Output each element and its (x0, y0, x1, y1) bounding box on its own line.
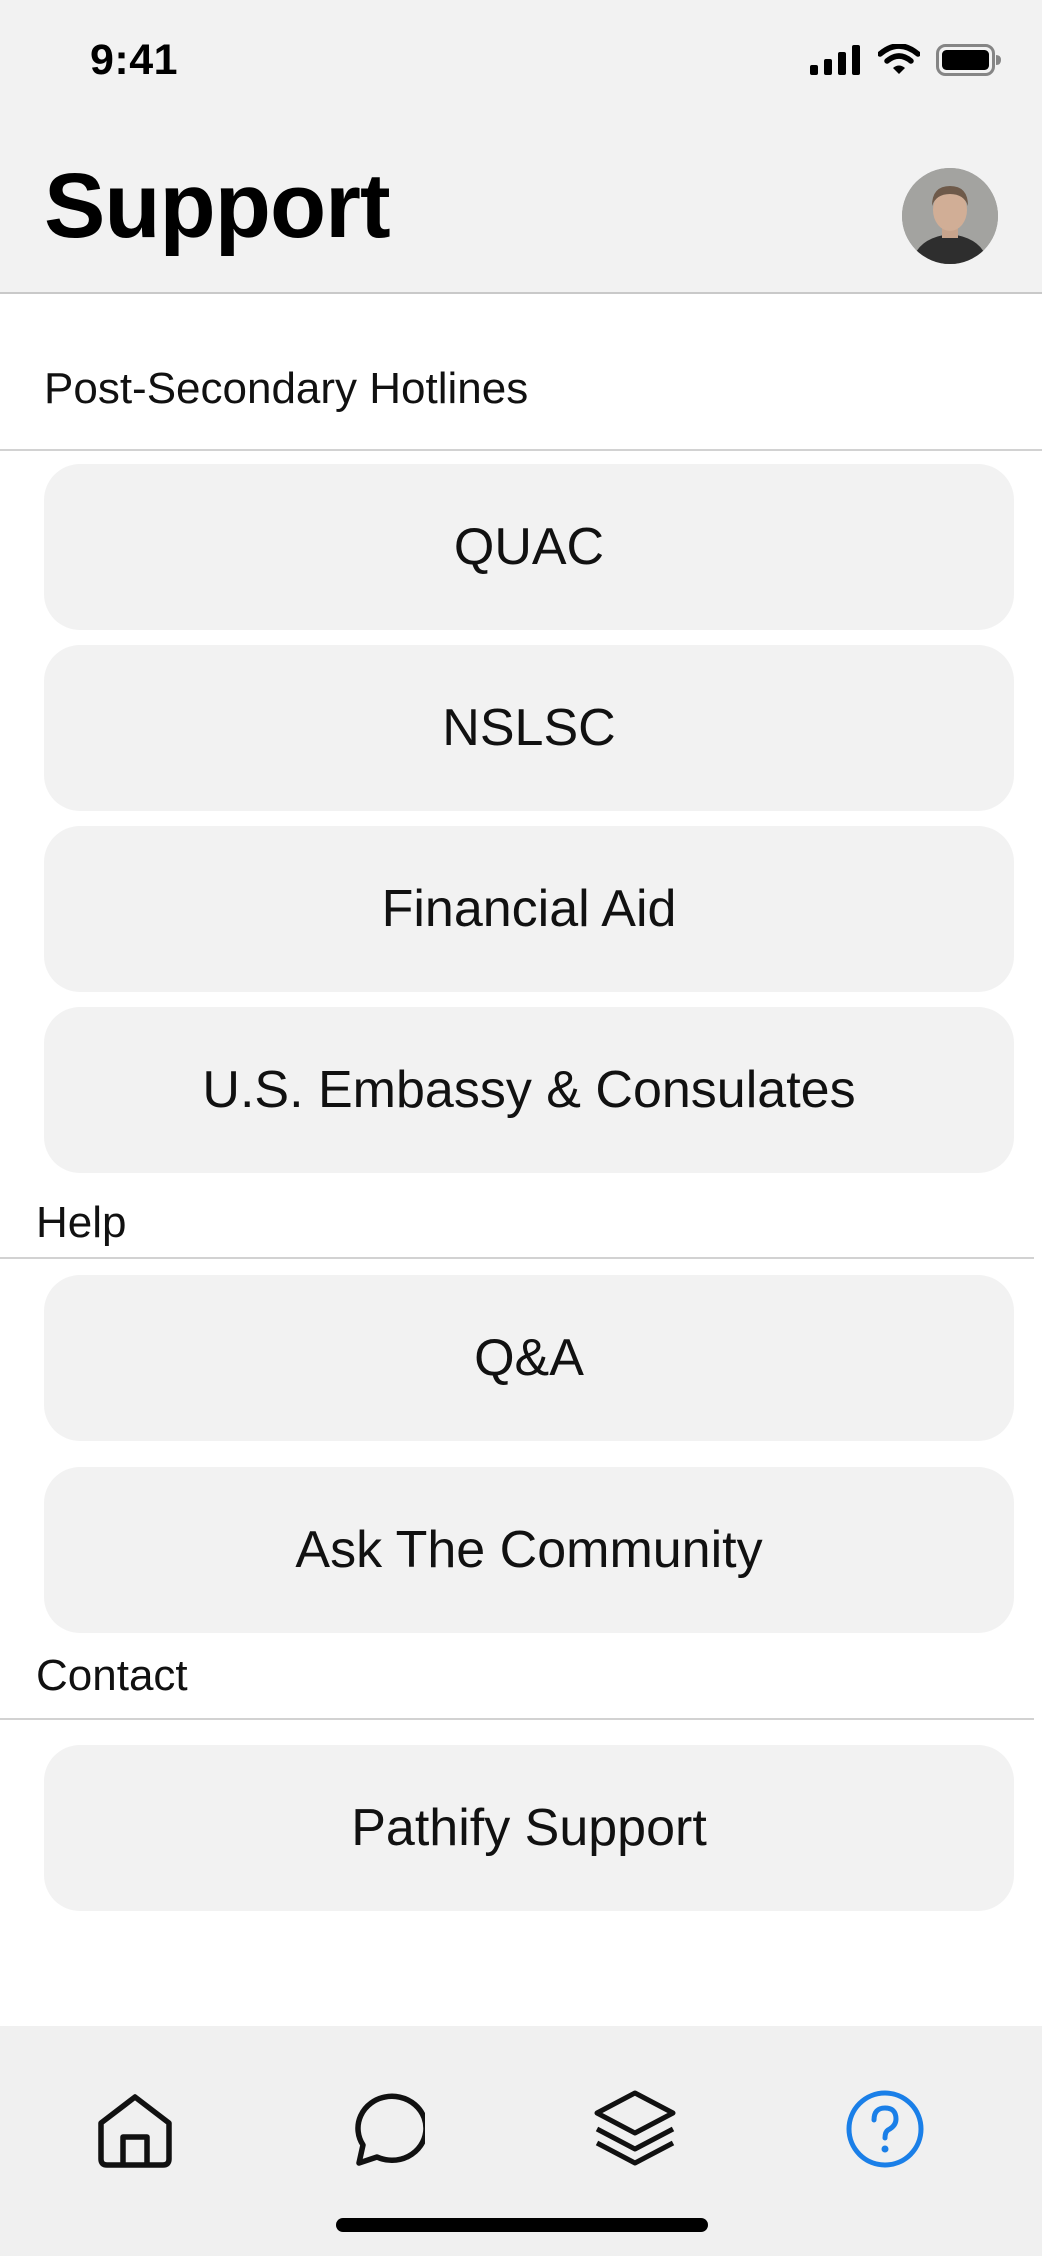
cellular-signal-icon (810, 45, 862, 80)
section-label-help: Help (36, 1198, 127, 1247)
status-icons (810, 43, 1002, 81)
avatar[interactable] (902, 168, 998, 264)
tab-chat[interactable] (340, 2086, 430, 2176)
question-circle-icon (844, 2088, 926, 2175)
status-time: 9:41 (90, 36, 179, 84)
qa-button[interactable]: Q&A (44, 1275, 1014, 1441)
quac-button[interactable]: QUAC (44, 464, 1014, 630)
tab-home[interactable] (90, 2086, 180, 2176)
pathify-support-button[interactable]: Pathify Support (44, 1745, 1014, 1911)
us-embassy-consulates-button[interactable]: U.S. Embassy & Consulates (44, 1007, 1014, 1173)
layers-icon (593, 2087, 677, 2176)
section-label-contact: Contact (36, 1651, 188, 1700)
battery-icon (936, 44, 1002, 81)
home-icon (95, 2089, 175, 2174)
wifi-icon (877, 43, 921, 81)
divider (0, 449, 1042, 451)
header: 9:41 Support (0, 0, 1042, 294)
divider (0, 1257, 1034, 1259)
financial-aid-button[interactable]: Financial Aid (44, 826, 1014, 992)
tab-support[interactable] (840, 2086, 930, 2176)
nslsc-button[interactable]: NSLSC (44, 645, 1014, 811)
home-indicator[interactable] (336, 2218, 708, 2232)
page-title: Support (44, 155, 391, 257)
divider (0, 1718, 1034, 1720)
tab-layers[interactable] (590, 2086, 680, 2176)
chat-bubble-icon (345, 2089, 429, 2174)
section-label-hotlines: Post-Secondary Hotlines (44, 364, 529, 413)
ask-the-community-button[interactable]: Ask The Community (44, 1467, 1014, 1633)
